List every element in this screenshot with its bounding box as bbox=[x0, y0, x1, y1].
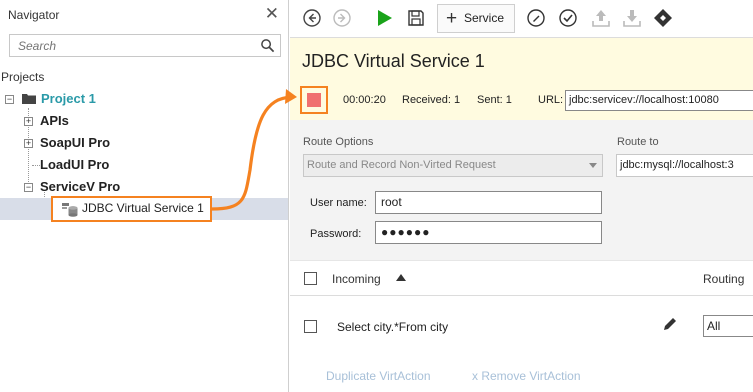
virtual-service-icon bbox=[62, 203, 78, 217]
sort-ascending-icon[interactable] bbox=[396, 274, 406, 281]
received-count: Received: 1 bbox=[402, 94, 461, 106]
route-to-field[interactable]: jdbc:mysql://localhost:3 bbox=[616, 154, 753, 177]
search-icon[interactable] bbox=[260, 38, 275, 53]
route-options-value: Route and Record Non-Virted Request bbox=[307, 159, 496, 171]
pencil-icon[interactable] bbox=[662, 316, 678, 332]
chevron-down-icon bbox=[589, 163, 597, 168]
url-field[interactable]: jdbc:servicev://localhost:10080 bbox=[565, 90, 753, 111]
tree-item-label: APIs bbox=[40, 113, 69, 128]
tree-item-label: ServiceV Pro bbox=[40, 179, 121, 194]
back-icon[interactable] bbox=[301, 7, 323, 29]
elapsed-time: 00:00:20 bbox=[343, 94, 386, 106]
password-field[interactable]: ●●●●●● bbox=[375, 221, 602, 244]
tree-item-servicev-pro[interactable]: − ServiceV Pro bbox=[0, 176, 288, 198]
list-actions: Duplicate VirtAction x Remove VirtAction bbox=[290, 366, 753, 386]
routing-select[interactable]: All bbox=[703, 315, 753, 337]
tree-item-soapui-pro[interactable]: + SoapUI Pro bbox=[0, 132, 288, 154]
tree-item-label: LoadUI Pro bbox=[40, 157, 110, 172]
route-options-select[interactable]: Route and Record Non-Virted Request bbox=[303, 154, 603, 177]
virtual-service-label: JDBC Virtual Service 1 bbox=[82, 201, 204, 215]
sent-count: Sent: 1 bbox=[477, 94, 512, 106]
route-options-label: Route Options bbox=[303, 136, 374, 148]
url-label: URL: bbox=[538, 94, 564, 106]
actions-list-header: Incoming Routing bbox=[290, 260, 753, 296]
close-icon[interactable]: ✕ bbox=[265, 5, 279, 22]
service-header: JDBC Virtual Service 1 00:00:20 Received… bbox=[290, 38, 753, 120]
search-input[interactable] bbox=[10, 35, 250, 56]
edit-circle-icon[interactable] bbox=[525, 7, 547, 29]
expand-icon[interactable]: + bbox=[24, 139, 33, 148]
tree-item-virtual-service[interactable]: JDBC Virtual Service 1 bbox=[51, 196, 212, 222]
username-label: User name: bbox=[310, 197, 367, 209]
check-circle-icon[interactable] bbox=[557, 7, 579, 29]
tree-item-label: SoapUI Pro bbox=[40, 135, 111, 150]
tree-item-loadui-pro[interactable]: LoadUI Pro bbox=[0, 154, 288, 176]
stop-icon bbox=[307, 93, 321, 107]
folder-icon bbox=[22, 94, 36, 104]
incoming-column-header[interactable]: Incoming bbox=[332, 272, 381, 286]
add-service-label: Service bbox=[464, 11, 505, 25]
expand-icon[interactable]: + bbox=[24, 117, 33, 126]
route-to-label: Route to bbox=[617, 136, 659, 148]
routing-column-header[interactable]: Routing bbox=[703, 272, 744, 286]
collapse-icon[interactable]: − bbox=[24, 183, 33, 192]
password-label: Password: bbox=[310, 228, 362, 240]
table-row[interactable]: Select city.*From city All bbox=[290, 306, 753, 346]
add-service-button[interactable]: + Service bbox=[437, 4, 515, 33]
diamond-icon[interactable] bbox=[652, 7, 674, 29]
incoming-value: Select city.*From city bbox=[337, 320, 449, 334]
navigator-title: Navigator bbox=[8, 8, 60, 22]
service-title: JDBC Virtual Service 1 bbox=[302, 51, 485, 71]
stop-button[interactable] bbox=[300, 86, 328, 114]
download-icon[interactable] bbox=[621, 7, 643, 29]
plus-icon: + bbox=[446, 8, 458, 29]
forward-icon[interactable] bbox=[331, 7, 353, 29]
upload-icon[interactable] bbox=[590, 7, 612, 29]
editor-toolbar: + Service bbox=[290, 0, 753, 38]
row-checkbox[interactable] bbox=[304, 320, 317, 333]
collapse-icon[interactable]: − bbox=[5, 95, 14, 104]
duplicate-virtaction-button[interactable]: Duplicate VirtAction bbox=[326, 369, 431, 383]
tree-item-apis[interactable]: + APIs bbox=[0, 110, 288, 132]
route-settings: Route Options Route and Record Non-Virte… bbox=[290, 120, 753, 260]
remove-virtaction-button[interactable]: x Remove VirtAction bbox=[472, 369, 581, 383]
save-icon[interactable] bbox=[405, 7, 427, 29]
tree-item-project[interactable]: − Project 1 bbox=[0, 88, 288, 110]
username-field[interactable]: root bbox=[375, 191, 602, 214]
run-icon[interactable] bbox=[373, 7, 395, 29]
select-all-checkbox[interactable] bbox=[304, 272, 317, 285]
projects-label: Projects bbox=[1, 70, 45, 84]
navigator-search bbox=[9, 34, 281, 57]
navigator-panel: Navigator ✕ Projects − Project 1 + APIs … bbox=[0, 0, 289, 392]
project-label: Project 1 bbox=[41, 91, 96, 106]
